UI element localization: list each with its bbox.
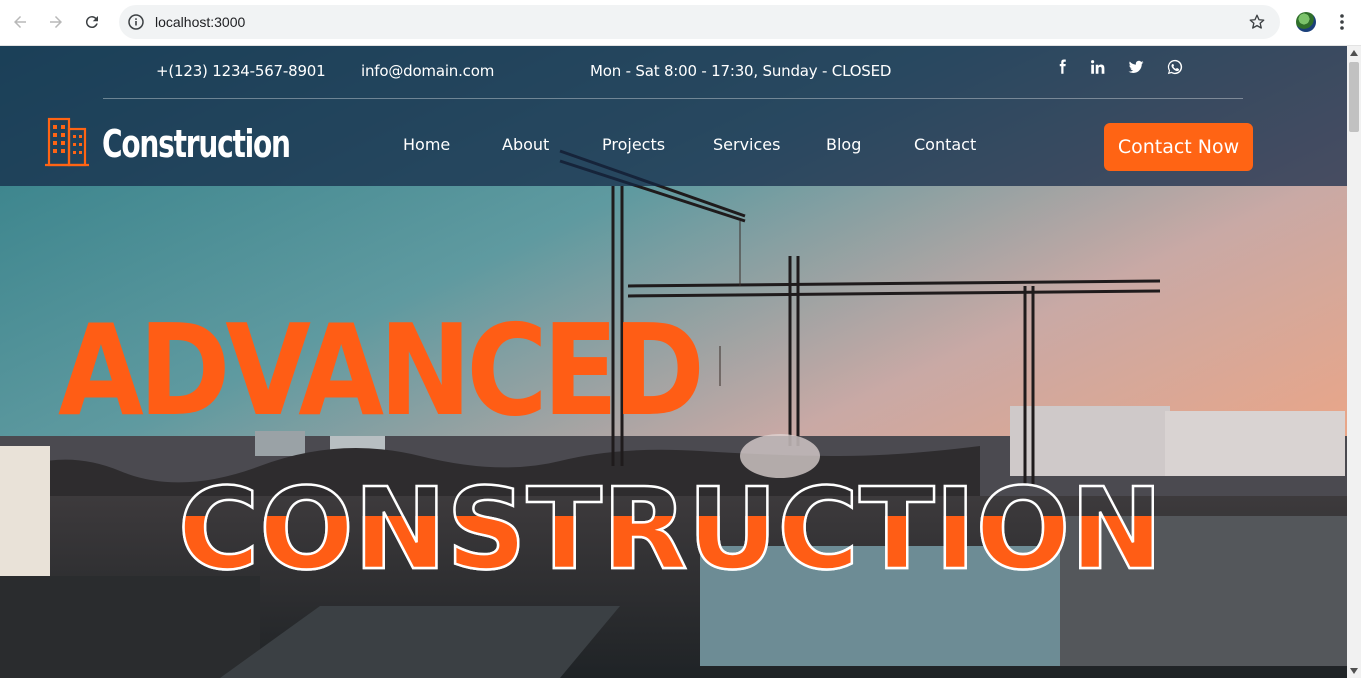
nav-item-blog[interactable]: Blog	[826, 135, 861, 154]
twitter-icon[interactable]	[1127, 58, 1145, 76]
profile-avatar[interactable]	[1296, 12, 1316, 32]
facebook-icon[interactable]	[1053, 58, 1071, 76]
reload-icon[interactable]	[81, 11, 103, 33]
building-logo-icon[interactable]	[43, 115, 91, 167]
page-scrollbar[interactable]	[1347, 46, 1361, 678]
back-arrow-icon[interactable]	[9, 11, 31, 33]
bookmark-star-icon[interactable]	[1248, 13, 1266, 31]
linkedin-icon[interactable]	[1089, 58, 1107, 76]
forward-arrow-icon[interactable]	[45, 11, 67, 33]
topbar-divider	[103, 98, 1243, 99]
scroll-up-arrow-icon[interactable]	[1350, 50, 1358, 56]
topbar-phone[interactable]: +(123) 1234-567-8901	[156, 62, 326, 80]
nav-item-projects[interactable]: Projects	[602, 135, 665, 154]
page-viewport: ADVANCED CONSTRUCTION CONSTRUCTION +(123…	[0, 46, 1347, 678]
scrollbar-thumb[interactable]	[1349, 62, 1359, 132]
hero-title-advanced: ADVANCED	[58, 297, 705, 444]
site-header: +(123) 1234-567-8901 info@domain.com Mon…	[0, 46, 1347, 186]
brand-name[interactable]: Construction	[102, 122, 291, 166]
browser-toolbar: localhost:3000	[0, 0, 1361, 46]
site-info-icon[interactable]	[128, 14, 144, 30]
nav-item-home[interactable]: Home	[403, 135, 450, 154]
nav-item-contact[interactable]: Contact	[914, 135, 976, 154]
topbar-hours: Mon - Sat 8:00 - 17:30, Sunday - CLOSED	[590, 62, 892, 80]
whatsapp-icon[interactable]	[1166, 58, 1184, 76]
scroll-down-arrow-icon[interactable]	[1350, 668, 1358, 674]
contact-now-button[interactable]: Contact Now	[1104, 123, 1253, 171]
more-menu-icon[interactable]	[1333, 12, 1351, 32]
url-text[interactable]: localhost:3000	[155, 14, 245, 30]
address-bar[interactable]: localhost:3000	[119, 5, 1280, 39]
nav-item-services[interactable]: Services	[713, 135, 780, 154]
topbar-email[interactable]: info@domain.com	[361, 62, 494, 80]
nav-item-about[interactable]: About	[502, 135, 549, 154]
